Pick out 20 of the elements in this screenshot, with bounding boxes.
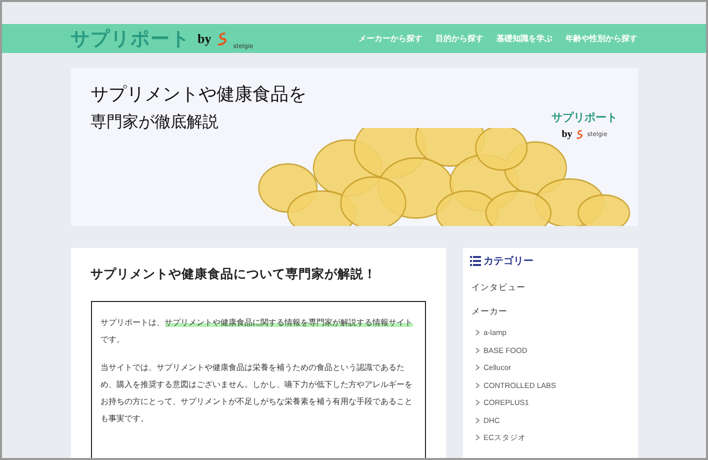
hero-logo-text: サプリポート bbox=[552, 110, 618, 125]
swirl-logo-icon bbox=[574, 129, 586, 140]
section-title: サプリメントや健康食品について専門家が解説！ bbox=[90, 266, 378, 283]
hero-headline: 専門家が徹底解説 bbox=[90, 112, 220, 133]
list-icon bbox=[470, 256, 480, 266]
sidebar-title: カテゴリー bbox=[484, 254, 534, 268]
chevron-right-icon bbox=[474, 434, 480, 442]
chevron-right-icon bbox=[474, 382, 480, 389]
hero-headline: サプリメントや健康食品を bbox=[90, 83, 306, 106]
intro-paragraph: サプリポートは、サプリメントや健康食品に関する情報を専門家が解説する情報サイト です。 bbox=[100, 317, 414, 346]
chevron-right-icon bbox=[474, 346, 480, 354]
intro-paragraph: 当サイトでは、サプリメントや健康食品は栄養を補うための食品という認識であるため、購入を推奨する意図はございません。しかし、嚥下力が低下した方やアレルギーをお持ちの方にとって、サプリメントが不足しがちな栄養素を補う有用な手段であることも事実です。 bbox=[100, 362, 414, 425]
chevron-right-icon bbox=[474, 329, 480, 336]
hero-logo-by: by bbox=[562, 129, 572, 140]
chevron-right-icon bbox=[474, 416, 480, 424]
chevron-right-icon bbox=[474, 364, 480, 372]
logo-by-text: by bbox=[198, 30, 212, 46]
category-link[interactable]: メーカー bbox=[470, 300, 630, 324]
chevron-right-icon bbox=[474, 399, 480, 406]
category-link[interactable]: インタビュー bbox=[470, 276, 630, 300]
